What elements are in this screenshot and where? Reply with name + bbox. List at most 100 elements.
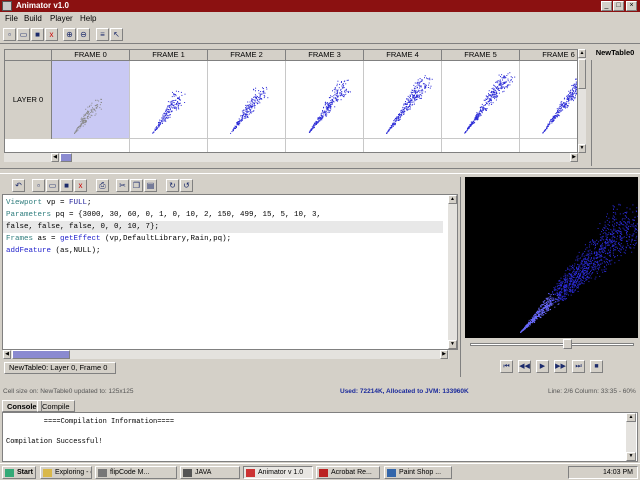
empty-cell[interactable] xyxy=(208,139,286,152)
frame-header[interactable]: FRAME 4 xyxy=(364,50,442,61)
editor-document-tab[interactable]: NewTable0: Layer 0, Frame 0 xyxy=(4,362,116,374)
scroll-thumb[interactable] xyxy=(12,350,70,359)
layer-label[interactable]: LAYER 0 xyxy=(5,61,52,139)
code-line[interactable]: addFeature (as,NULL); xyxy=(6,245,446,257)
menu-build[interactable]: Build xyxy=(24,14,42,24)
scroll-down-icon[interactable]: ▼ xyxy=(578,144,586,153)
menu-file[interactable]: File xyxy=(5,14,18,24)
frame-header[interactable]: FRAME 1 xyxy=(130,50,208,61)
pointer-icon[interactable]: ↖ xyxy=(110,28,123,41)
open-file-icon[interactable]: ▭ xyxy=(46,179,59,192)
scroll-left-icon[interactable]: ◀ xyxy=(3,350,11,359)
print-icon[interactable]: ⎙ xyxy=(96,179,109,192)
taskbar-button[interactable]: Animator v 1.0 xyxy=(243,466,313,479)
prev-icon[interactable]: ◀◀ xyxy=(518,360,531,373)
scroll-up-icon[interactable]: ▲ xyxy=(626,413,636,422)
scroll-right-icon[interactable]: ▶ xyxy=(570,153,578,162)
cut-icon[interactable]: ✂ xyxy=(116,179,129,192)
first-icon[interactable]: ⏮ xyxy=(500,360,513,373)
code-line[interactable]: Parameters pq = {3000, 30, 60, 0, 1, 0, … xyxy=(6,209,446,221)
close-file-icon[interactable]: x xyxy=(74,179,87,192)
start-label: Start xyxy=(17,469,33,476)
frame-cell[interactable] xyxy=(442,61,520,139)
taskbar-label: Exploring - c... xyxy=(55,469,91,476)
scroll-thumb[interactable] xyxy=(60,153,72,162)
empty-cell[interactable] xyxy=(364,139,442,152)
frame-cell[interactable] xyxy=(286,61,364,139)
horizontal-splitter[interactable] xyxy=(0,168,640,174)
menu-player[interactable]: Player xyxy=(50,14,73,24)
code-token: ; xyxy=(87,199,92,207)
taskbar-button[interactable]: Paint Shop ... xyxy=(384,466,452,479)
playback-slider-thumb[interactable] xyxy=(563,339,572,349)
delete-icon[interactable]: x xyxy=(45,28,58,41)
taskbar-button[interactable]: JAVA xyxy=(180,466,240,479)
copy-icon[interactable]: ❐ xyxy=(130,179,143,192)
scroll-down-icon[interactable]: ▼ xyxy=(626,452,636,461)
scroll-up-icon[interactable]: ▲ xyxy=(578,49,586,58)
empty-cell[interactable] xyxy=(520,139,577,152)
empty-cell[interactable] xyxy=(130,139,208,152)
code-line[interactable]: false, false, false, 0, 0, 10, 7}; xyxy=(3,221,443,233)
taskbar-button[interactable]: flipCode M... xyxy=(95,466,177,479)
stop-icon[interactable]: ■ xyxy=(590,360,603,373)
tab-console[interactable]: Console xyxy=(2,400,42,412)
last-icon[interactable]: ⏭ xyxy=(572,360,585,373)
grid-corner xyxy=(5,50,52,61)
paste-icon[interactable]: ▤ xyxy=(144,179,157,192)
frame-header[interactable]: FRAME 5 xyxy=(442,50,520,61)
timeline-vertical-scrollbar[interactable]: ▲ ▼ xyxy=(578,49,586,153)
scroll-down-icon[interactable]: ▼ xyxy=(448,340,457,349)
frame-cell[interactable] xyxy=(130,61,208,139)
replace-icon[interactable]: ↺ xyxy=(180,179,193,192)
code-token: addFeature xyxy=(6,247,52,255)
frame-header[interactable]: FRAME 3 xyxy=(286,50,364,61)
undo-icon[interactable]: ↶ xyxy=(12,179,25,192)
new-file-icon[interactable]: ▫ xyxy=(32,179,45,192)
bottom-tabs: Console Compile xyxy=(0,400,640,412)
code-line[interactable]: Viewport vp = FULL; xyxy=(6,197,446,209)
align-icon[interactable]: ≡ xyxy=(96,28,109,41)
maximize-button[interactable]: □ xyxy=(613,1,624,11)
save-icon[interactable]: ■ xyxy=(31,28,44,41)
tab-compile[interactable]: Compile xyxy=(37,400,75,412)
taskbar-label: flipCode M... xyxy=(110,469,150,476)
taskbar-button[interactable]: Exploring - c... xyxy=(40,466,92,479)
open-icon[interactable]: ▭ xyxy=(17,28,30,41)
frame-cell[interactable] xyxy=(208,61,286,139)
zoom-in-icon[interactable]: ⊕ xyxy=(63,28,76,41)
start-button[interactable]: Start xyxy=(2,466,36,479)
play-icon[interactable]: ▶ xyxy=(536,360,549,373)
code-line[interactable]: Frames as = getEffect (vp,DefaultLibrary… xyxy=(6,233,446,245)
frame-cell[interactable] xyxy=(364,61,442,139)
close-button[interactable]: × xyxy=(626,1,637,11)
scroll-up-icon[interactable]: ▲ xyxy=(448,195,457,204)
empty-cell[interactable] xyxy=(52,139,130,152)
empty-cell[interactable] xyxy=(442,139,520,152)
save-file-icon[interactable]: ■ xyxy=(60,179,73,192)
timeline-horizontal-scrollbar[interactable]: ◀ ▶ xyxy=(4,153,578,162)
scroll-right-icon[interactable]: ▶ xyxy=(440,350,448,359)
clock[interactable]: 14:03 PM xyxy=(603,469,633,476)
menu-help[interactable]: Help xyxy=(80,14,96,24)
find-icon[interactable]: ↻ xyxy=(166,179,179,192)
frame-header[interactable]: FRAME 6 xyxy=(520,50,577,61)
minimize-button[interactable]: _ xyxy=(601,1,612,11)
playback-slider-track[interactable] xyxy=(470,343,634,346)
frame-header[interactable]: FRAME 2 xyxy=(208,50,286,61)
title-bar[interactable] xyxy=(0,0,640,12)
scroll-thumb[interactable] xyxy=(578,59,586,89)
taskbar-button[interactable]: Acrobat Re... xyxy=(316,466,380,479)
console-scrollbar[interactable]: ▲ ▼ xyxy=(626,413,636,461)
zoom-out-icon[interactable]: ⊖ xyxy=(77,28,90,41)
frame-header[interactable]: FRAME 0 xyxy=(52,50,130,61)
empty-cell[interactable] xyxy=(286,139,364,152)
editor-vertical-scrollbar[interactable]: ▲ ▼ xyxy=(448,195,457,349)
scroll-left-icon[interactable]: ◀ xyxy=(51,153,59,162)
frame-cell[interactable] xyxy=(52,61,130,139)
next-icon[interactable]: ▶▶ xyxy=(554,360,567,373)
code-editor[interactable]: Viewport vp = FULL; Parameters pq = {3000… xyxy=(2,194,458,350)
frame-cell[interactable] xyxy=(520,61,577,139)
editor-horizontal-scrollbar[interactable]: ◀ ▶ xyxy=(3,350,449,359)
new-icon[interactable]: ▫ xyxy=(3,28,16,41)
